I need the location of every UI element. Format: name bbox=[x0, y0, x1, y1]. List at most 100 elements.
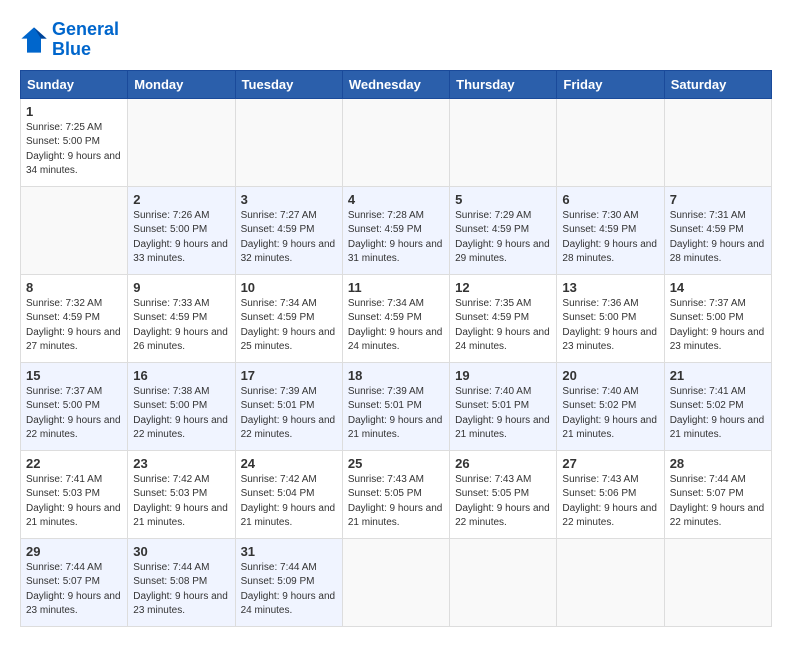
calendar-week-3: 15 Sunrise: 7:37 AM Sunset: 5:00 PM Dayl… bbox=[21, 362, 772, 450]
day-info: Sunrise: 7:44 AM Sunset: 5:09 PM Dayligh… bbox=[241, 561, 337, 619]
calendar-week-5: 29 Sunrise: 7:44 AM Sunset: 5:07 PM Dayl… bbox=[21, 538, 772, 626]
empty-cell bbox=[450, 538, 557, 626]
day-number: 11 bbox=[348, 280, 444, 295]
day-number: 23 bbox=[133, 456, 229, 471]
calendar-day-2: 2 Sunrise: 7:26 AM Sunset: 5:00 PM Dayli… bbox=[128, 186, 235, 274]
day-info: Sunrise: 7:40 AM Sunset: 5:01 PM Dayligh… bbox=[455, 385, 551, 443]
day-info: Sunrise: 7:39 AM Sunset: 5:01 PM Dayligh… bbox=[348, 385, 444, 443]
calendar-day-20: 20 Sunrise: 7:40 AM Sunset: 5:02 PM Dayl… bbox=[557, 362, 664, 450]
day-info: Sunrise: 7:35 AM Sunset: 4:59 PM Dayligh… bbox=[455, 297, 551, 355]
day-info: Sunrise: 7:25 AM Sunset: 5:00 PM Dayligh… bbox=[26, 121, 122, 179]
day-info: Sunrise: 7:44 AM Sunset: 5:07 PM Dayligh… bbox=[26, 561, 122, 619]
calendar-day-25: 25 Sunrise: 7:43 AM Sunset: 5:05 PM Dayl… bbox=[342, 450, 449, 538]
day-number: 5 bbox=[455, 192, 551, 207]
day-number: 1 bbox=[26, 104, 122, 119]
day-info: Sunrise: 7:31 AM Sunset: 4:59 PM Dayligh… bbox=[670, 209, 766, 267]
weekday-header-saturday: Saturday bbox=[664, 70, 771, 98]
day-number: 25 bbox=[348, 456, 444, 471]
day-info: Sunrise: 7:36 AM Sunset: 5:00 PM Dayligh… bbox=[562, 297, 658, 355]
day-info: Sunrise: 7:34 AM Sunset: 4:59 PM Dayligh… bbox=[241, 297, 337, 355]
logo-text: General Blue bbox=[52, 20, 119, 60]
day-info: Sunrise: 7:42 AM Sunset: 5:03 PM Dayligh… bbox=[133, 473, 229, 531]
day-info: Sunrise: 7:42 AM Sunset: 5:04 PM Dayligh… bbox=[241, 473, 337, 531]
day-info: Sunrise: 7:43 AM Sunset: 5:05 PM Dayligh… bbox=[455, 473, 551, 531]
day-number: 3 bbox=[241, 192, 337, 207]
day-info: Sunrise: 7:33 AM Sunset: 4:59 PM Dayligh… bbox=[133, 297, 229, 355]
day-info: Sunrise: 7:28 AM Sunset: 4:59 PM Dayligh… bbox=[348, 209, 444, 267]
logo: General Blue bbox=[20, 20, 119, 60]
day-number: 19 bbox=[455, 368, 551, 383]
day-number: 8 bbox=[26, 280, 122, 295]
calendar-day-13: 13 Sunrise: 7:36 AM Sunset: 5:00 PM Dayl… bbox=[557, 274, 664, 362]
day-number: 18 bbox=[348, 368, 444, 383]
calendar-week-1: 2 Sunrise: 7:26 AM Sunset: 5:00 PM Dayli… bbox=[21, 186, 772, 274]
day-number: 10 bbox=[241, 280, 337, 295]
day-info: Sunrise: 7:43 AM Sunset: 5:05 PM Dayligh… bbox=[348, 473, 444, 531]
empty-cell bbox=[128, 98, 235, 186]
day-info: Sunrise: 7:32 AM Sunset: 4:59 PM Dayligh… bbox=[26, 297, 122, 355]
day-info: Sunrise: 7:26 AM Sunset: 5:00 PM Dayligh… bbox=[133, 209, 229, 267]
day-number: 28 bbox=[670, 456, 766, 471]
empty-cell bbox=[21, 186, 128, 274]
day-info: Sunrise: 7:41 AM Sunset: 5:02 PM Dayligh… bbox=[670, 385, 766, 443]
weekday-header-sunday: Sunday bbox=[21, 70, 128, 98]
calendar-day-24: 24 Sunrise: 7:42 AM Sunset: 5:04 PM Dayl… bbox=[235, 450, 342, 538]
calendar-day-27: 27 Sunrise: 7:43 AM Sunset: 5:06 PM Dayl… bbox=[557, 450, 664, 538]
day-number: 7 bbox=[670, 192, 766, 207]
day-info: Sunrise: 7:37 AM Sunset: 5:00 PM Dayligh… bbox=[26, 385, 122, 443]
empty-cell bbox=[342, 98, 449, 186]
empty-cell bbox=[557, 538, 664, 626]
day-number: 31 bbox=[241, 544, 337, 559]
weekday-header-tuesday: Tuesday bbox=[235, 70, 342, 98]
calendar-day-1: 1 Sunrise: 7:25 AM Sunset: 5:00 PM Dayli… bbox=[21, 98, 128, 186]
calendar-day-3: 3 Sunrise: 7:27 AM Sunset: 4:59 PM Dayli… bbox=[235, 186, 342, 274]
calendar-week-0: 1 Sunrise: 7:25 AM Sunset: 5:00 PM Dayli… bbox=[21, 98, 772, 186]
calendar-day-22: 22 Sunrise: 7:41 AM Sunset: 5:03 PM Dayl… bbox=[21, 450, 128, 538]
day-number: 16 bbox=[133, 368, 229, 383]
weekday-header-thursday: Thursday bbox=[450, 70, 557, 98]
day-info: Sunrise: 7:44 AM Sunset: 5:07 PM Dayligh… bbox=[670, 473, 766, 531]
day-number: 2 bbox=[133, 192, 229, 207]
day-number: 22 bbox=[26, 456, 122, 471]
weekday-header-friday: Friday bbox=[557, 70, 664, 98]
day-number: 12 bbox=[455, 280, 551, 295]
day-info: Sunrise: 7:44 AM Sunset: 5:08 PM Dayligh… bbox=[133, 561, 229, 619]
calendar-week-2: 8 Sunrise: 7:32 AM Sunset: 4:59 PM Dayli… bbox=[21, 274, 772, 362]
calendar-day-16: 16 Sunrise: 7:38 AM Sunset: 5:00 PM Dayl… bbox=[128, 362, 235, 450]
day-info: Sunrise: 7:34 AM Sunset: 4:59 PM Dayligh… bbox=[348, 297, 444, 355]
calendar-week-4: 22 Sunrise: 7:41 AM Sunset: 5:03 PM Dayl… bbox=[21, 450, 772, 538]
day-info: Sunrise: 7:37 AM Sunset: 5:00 PM Dayligh… bbox=[670, 297, 766, 355]
day-number: 9 bbox=[133, 280, 229, 295]
day-number: 6 bbox=[562, 192, 658, 207]
weekday-header-wednesday: Wednesday bbox=[342, 70, 449, 98]
day-info: Sunrise: 7:30 AM Sunset: 4:59 PM Dayligh… bbox=[562, 209, 658, 267]
empty-cell bbox=[235, 98, 342, 186]
calendar-day-26: 26 Sunrise: 7:43 AM Sunset: 5:05 PM Dayl… bbox=[450, 450, 557, 538]
logo-icon bbox=[20, 26, 48, 54]
empty-cell bbox=[450, 98, 557, 186]
weekday-header-row: SundayMondayTuesdayWednesdayThursdayFrid… bbox=[21, 70, 772, 98]
day-number: 13 bbox=[562, 280, 658, 295]
calendar-day-6: 6 Sunrise: 7:30 AM Sunset: 4:59 PM Dayli… bbox=[557, 186, 664, 274]
day-info: Sunrise: 7:38 AM Sunset: 5:00 PM Dayligh… bbox=[133, 385, 229, 443]
calendar-day-30: 30 Sunrise: 7:44 AM Sunset: 5:08 PM Dayl… bbox=[128, 538, 235, 626]
day-number: 26 bbox=[455, 456, 551, 471]
day-info: Sunrise: 7:39 AM Sunset: 5:01 PM Dayligh… bbox=[241, 385, 337, 443]
day-number: 14 bbox=[670, 280, 766, 295]
calendar-day-9: 9 Sunrise: 7:33 AM Sunset: 4:59 PM Dayli… bbox=[128, 274, 235, 362]
empty-cell bbox=[664, 538, 771, 626]
calendar-day-15: 15 Sunrise: 7:37 AM Sunset: 5:00 PM Dayl… bbox=[21, 362, 128, 450]
empty-cell bbox=[664, 98, 771, 186]
calendar-day-10: 10 Sunrise: 7:34 AM Sunset: 4:59 PM Dayl… bbox=[235, 274, 342, 362]
day-info: Sunrise: 7:29 AM Sunset: 4:59 PM Dayligh… bbox=[455, 209, 551, 267]
day-number: 21 bbox=[670, 368, 766, 383]
day-info: Sunrise: 7:27 AM Sunset: 4:59 PM Dayligh… bbox=[241, 209, 337, 267]
calendar-day-5: 5 Sunrise: 7:29 AM Sunset: 4:59 PM Dayli… bbox=[450, 186, 557, 274]
day-info: Sunrise: 7:41 AM Sunset: 5:03 PM Dayligh… bbox=[26, 473, 122, 531]
calendar-day-21: 21 Sunrise: 7:41 AM Sunset: 5:02 PM Dayl… bbox=[664, 362, 771, 450]
weekday-header-monday: Monday bbox=[128, 70, 235, 98]
calendar-day-4: 4 Sunrise: 7:28 AM Sunset: 4:59 PM Dayli… bbox=[342, 186, 449, 274]
calendar-day-19: 19 Sunrise: 7:40 AM Sunset: 5:01 PM Dayl… bbox=[450, 362, 557, 450]
day-number: 17 bbox=[241, 368, 337, 383]
day-number: 24 bbox=[241, 456, 337, 471]
